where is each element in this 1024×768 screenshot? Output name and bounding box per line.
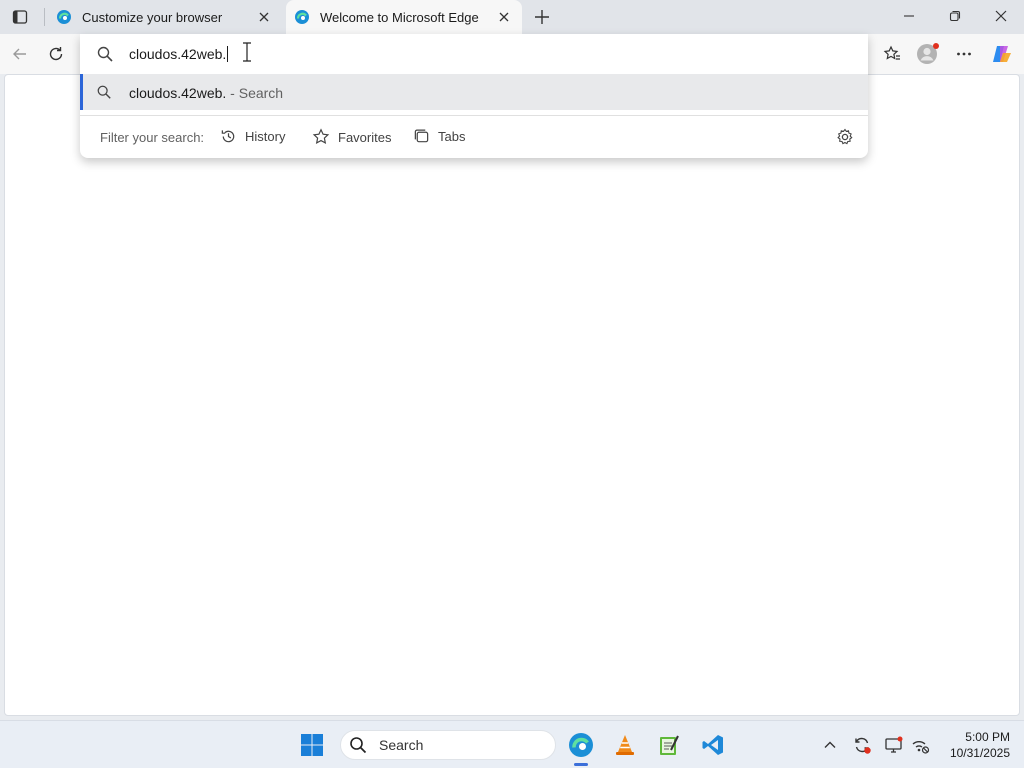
more-dots-icon [957,52,971,56]
plus-icon [535,10,549,24]
star-icon [312,128,330,145]
notepad-icon [660,735,679,755]
copilot-icon [993,46,1011,62]
new-tab-button[interactable] [530,5,554,29]
address-text: cloudos.42web. [129,46,227,62]
filter-history-label: History [245,129,286,144]
tab-title: Welcome to Microsoft Edge [320,9,479,25]
tabs-icon [414,129,429,143]
edge-logo-icon [295,10,309,24]
profile-button[interactable] [914,40,942,68]
filter-label: Filter your search: [100,130,205,145]
search-icon [97,85,111,99]
selection-indicator [80,74,83,110]
history-icon [221,130,235,143]
filter-tabs-chip[interactable]: Tabs [413,128,465,145]
gear-icon[interactable] [836,128,854,146]
show-hidden-icons-button[interactable] [814,729,846,761]
refresh-button[interactable] [42,40,70,68]
refresh-icon [49,47,63,61]
filter-favorites-label: Favorites [338,129,392,145]
tab-strip: Customize your browser Welcome to Micros… [0,0,1024,34]
minimize-icon [904,15,914,17]
page-content [4,74,1020,716]
restore-button[interactable] [932,0,978,32]
windows-logo-icon [301,734,323,756]
taskbar-search-label: Search [379,737,424,753]
taskbar-edge[interactable] [565,729,597,761]
system-clock[interactable]: 5:00 PM 10/31/2025 [936,729,1010,761]
close-icon [995,10,1007,22]
clock-date: 10/31/2025 [949,746,1010,760]
update-tray-button[interactable] [846,729,878,761]
search-icon [97,46,113,62]
sync-alert-icon [855,737,871,754]
tab-actions-button[interactable] [6,5,34,29]
tab-actions-icon [12,10,28,24]
address-input[interactable]: cloudos.42web. [129,45,229,63]
text-caret [227,46,229,62]
filter-history-chip[interactable]: History [220,128,285,145]
filter-favorites-chip[interactable]: Favorites [312,128,391,146]
filter-bar: Filter your search: History Favorites Ta… [80,116,868,158]
vlc-cone-icon [616,735,634,755]
taskbar: Search 5:00 PM 10/31/2025 [0,720,1024,768]
edge-logo-icon [57,10,71,24]
tab-customize-browser[interactable]: Customize your browser [48,0,282,34]
monitor-icon [885,736,903,753]
filter-tabs-label: Tabs [438,129,466,144]
suggestion-text: cloudos.42web. [129,85,227,101]
chevron-up-icon [824,741,836,748]
close-tab-icon[interactable] [496,9,512,25]
taskbar-notepad[interactable] [653,729,685,761]
restore-icon [949,10,961,22]
suggestion-suffix: - Search [226,85,284,101]
text-cursor-icon [243,42,251,62]
favorites-star-icon [883,45,900,60]
tab-welcome-edge[interactable]: Welcome to Microsoft Edge [286,0,522,34]
edge-logo-icon [569,733,593,757]
tab-title: Customize your browser [82,9,223,25]
vscode-icon [702,735,723,755]
close-window-button[interactable] [978,0,1024,32]
address-bar-dropdown: cloudos.42web. cloudos.42web. - Search F… [80,34,868,158]
search-icon [350,737,367,754]
favorites-button[interactable] [878,40,906,68]
back-arrow-icon [13,48,26,60]
close-tab-icon[interactable] [256,9,272,25]
suggestion-row[interactable]: cloudos.42web. - Search [80,74,868,110]
minimize-button[interactable] [886,0,932,32]
copilot-button[interactable] [988,40,1016,68]
tab-separator [44,8,45,26]
settings-more-button[interactable] [950,40,978,68]
taskbar-vlc[interactable] [609,729,641,761]
start-button[interactable] [296,729,328,761]
active-app-indicator [574,763,588,766]
network-icon [912,741,930,754]
back-button[interactable] [6,40,34,68]
address-bar[interactable]: cloudos.42web. [80,34,868,74]
taskbar-search[interactable]: Search [340,730,556,760]
profile-avatar-icon [917,43,939,64]
clock-time: 5:00 PM [965,730,1010,744]
taskbar-vscode[interactable] [697,729,729,761]
network-sound-tray-button[interactable] [904,729,936,761]
